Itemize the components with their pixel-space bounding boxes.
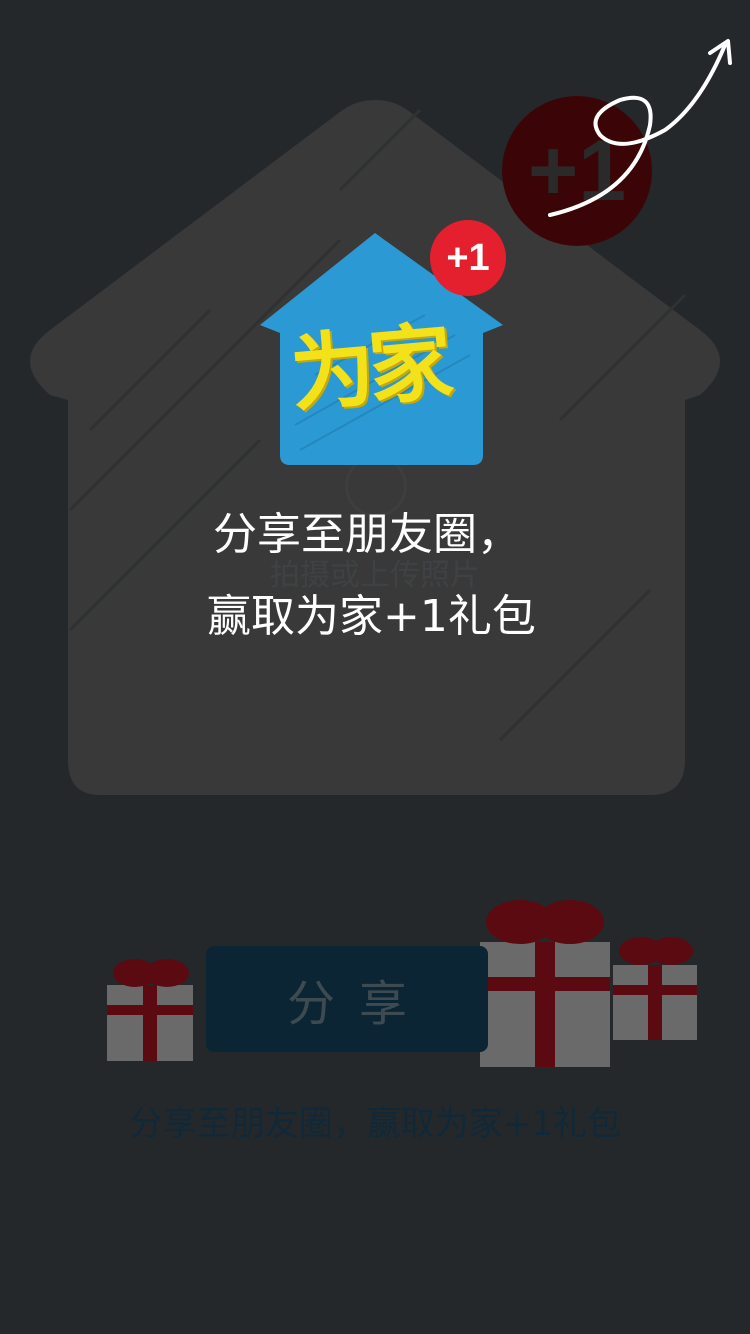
gift-box-icon [613, 937, 697, 1040]
share-prompt-line1: 分享至朋友圈， [213, 509, 521, 560]
share-button[interactable]: 分享 [206, 946, 488, 1052]
share-reward-caption: 分享至朋友圈，赢取为家+1礼包 [128, 1104, 622, 1144]
share-prompt-line2: 赢取为家+1礼包 [207, 591, 536, 642]
logo-text: 为家 [286, 312, 451, 425]
curly-arrow-icon [548, 39, 732, 217]
gift-box-icon [480, 900, 610, 1067]
gift-box-icon [107, 959, 193, 1061]
plus-one-badge: +1 [430, 220, 506, 296]
